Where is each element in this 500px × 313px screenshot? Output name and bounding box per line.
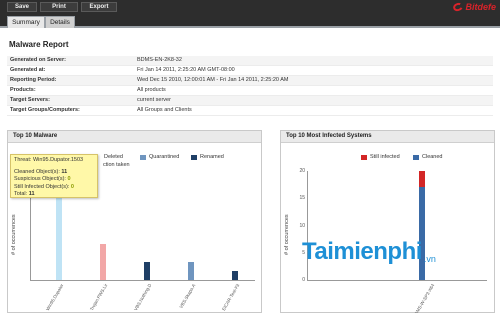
row-value: All products xyxy=(137,87,166,93)
infected-bar-cleaned[interactable] xyxy=(419,187,425,280)
malware-bar[interactable] xyxy=(188,262,194,280)
x-tick-label: VBS.Skapo.A xyxy=(178,283,197,310)
x-axis xyxy=(30,280,255,281)
brand-logo: Bitdefe xyxy=(444,0,500,14)
legend-swatch xyxy=(413,154,419,160)
top-infected-panel: Top 10 Most Infected Systems Still infec… xyxy=(280,130,495,313)
y-axis-title: # of occurrences xyxy=(284,214,290,255)
malware-bar[interactable] xyxy=(232,271,238,280)
x-tick-label: BDMS-W-SP3-X64 xyxy=(411,283,436,313)
save-button[interactable]: Save xyxy=(7,2,37,12)
tooltip-total-label: Total: xyxy=(14,190,28,197)
watermark: Taimienphi .vn xyxy=(302,238,436,266)
legend-swatch xyxy=(361,154,367,160)
tooltip-cleaned-label: Cleaned Object(s): xyxy=(14,169,60,176)
tooltip-threat-name: Win95.Dupator.1503 xyxy=(32,157,84,163)
brand-swirl-icon xyxy=(452,1,465,13)
tab-details[interactable]: Details xyxy=(45,16,75,28)
legend-swatch xyxy=(191,154,197,160)
tab-strip: Summary Details xyxy=(0,14,500,28)
y-axis-title: # of occurrences xyxy=(11,214,17,255)
panel-header: Top 10 Malware xyxy=(8,131,261,143)
row-label: Reporting Period: xyxy=(10,77,57,83)
y-tick-label: 0 xyxy=(302,277,305,283)
table-row: Products: All products xyxy=(7,86,493,96)
y-tick-label: 15 xyxy=(299,195,305,202)
legend-label: Renamed xyxy=(200,154,224,160)
legend-swatch xyxy=(140,154,146,160)
watermark-logo-text: Taimienphi xyxy=(302,238,422,265)
table-row: Generated at: Fri Jan 14 2011, 2:25:20 A… xyxy=(7,66,493,76)
row-value: Wed Dec 15 2010, 12:00:01 AM - Fri Jan 1… xyxy=(137,77,289,83)
legend-label: Still infected xyxy=(370,154,400,160)
x-axis xyxy=(307,280,487,281)
malware-bar[interactable] xyxy=(144,262,150,280)
legend-renamed: Renamed xyxy=(191,154,224,160)
toolbar: Save Print Export Bitdefe xyxy=(0,0,500,14)
row-label: Generated at: xyxy=(10,67,46,73)
tooltip-suspicious-value: 0 xyxy=(67,176,71,183)
tooltip-suspicious-label: Suspicious Object(s): xyxy=(14,176,66,183)
row-value: All Groups and Clients xyxy=(137,107,192,113)
row-label: Products: xyxy=(10,87,36,93)
legend-quarantined: Quarantined xyxy=(140,154,179,160)
print-button[interactable]: Print xyxy=(40,2,78,12)
y-tick-label: 10 xyxy=(299,222,305,229)
table-row: Reporting Period: Wed Dec 15 2010, 12:00… xyxy=(7,76,493,86)
tooltip-still-value: 0 xyxy=(70,183,74,190)
watermark-suffix: .vn xyxy=(423,254,436,264)
legend-label: Cleaned xyxy=(422,154,443,160)
table-row: Target Servers: current server xyxy=(7,96,493,106)
legend-still-infected: Still infected xyxy=(361,154,400,160)
page-title: Malware Report xyxy=(9,40,69,49)
table-row: Generated on Server: BDMS-EN-2K8-32 xyxy=(7,56,493,66)
malware-bar[interactable] xyxy=(100,244,106,280)
panel-title: Top 10 Malware xyxy=(13,133,58,139)
panel-title: Top 10 Most Infected Systems xyxy=(286,133,372,139)
y-tick-label: 20 xyxy=(299,168,305,174)
brand-name: Bitdefe xyxy=(465,2,496,12)
x-tick-label: EICAR-Test-File xyxy=(221,283,241,312)
tab-summary[interactable]: Summary xyxy=(7,16,45,28)
row-label: Target Groups/Computers: xyxy=(10,107,80,113)
x-tick-label: Trojan.PWS.Lineage xyxy=(89,283,109,312)
legend-cleaned: Cleaned xyxy=(413,154,443,160)
table-row: Target Groups/Computers: All Groups and … xyxy=(7,106,493,116)
export-button[interactable]: Export xyxy=(81,2,117,12)
legend-partial-text: ction taken xyxy=(103,162,130,168)
x-tick-label: Win95.Dupator.1503 xyxy=(45,283,65,312)
row-label: Target Servers: xyxy=(10,97,50,103)
malware-tooltip: Threat: Win95.Dupator.1503 Cleaned Objec… xyxy=(10,154,98,198)
tooltip-threat-label: Threat: xyxy=(14,157,32,163)
row-value: Fri Jan 14 2011, 2:25:20 AM GMT-08:00 xyxy=(137,67,235,73)
tooltip-still-label: Still Infected Object(s): xyxy=(14,183,70,190)
row-value: current server xyxy=(137,97,171,103)
row-value: BDMS-EN-2K8-32 xyxy=(137,57,182,63)
panel-header: Top 10 Most Infected Systems xyxy=(281,131,494,143)
tooltip-total-value: 11 xyxy=(28,190,35,197)
legend-label: Deleted xyxy=(104,154,123,160)
report-info-table: Generated on Server: BDMS-EN-2K8-32 Gene… xyxy=(7,56,493,116)
x-tick-label: VBS.Nothing.D xyxy=(133,283,153,312)
infected-bar-still-infected[interactable] xyxy=(419,171,425,187)
legend-deleted: Deleted xyxy=(104,154,123,160)
legend-label: Quarantined xyxy=(149,154,180,160)
row-label: Generated on Server: xyxy=(10,57,66,63)
tooltip-cleaned-value: 11 xyxy=(61,169,68,176)
